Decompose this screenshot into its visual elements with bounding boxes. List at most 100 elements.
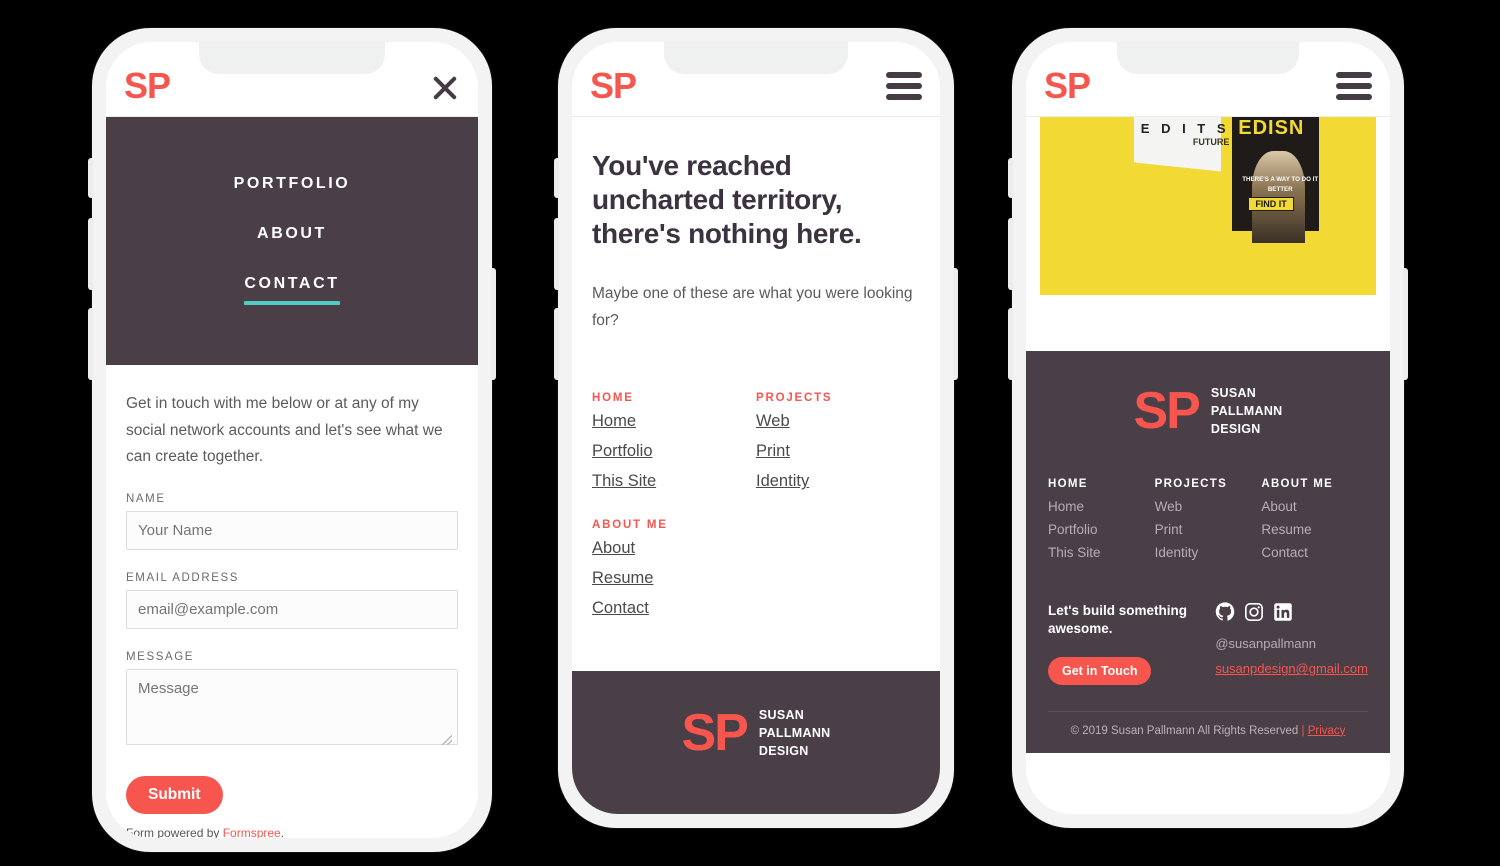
- footer-link-contact[interactable]: Contact: [1261, 545, 1368, 560]
- footer-link-identity[interactable]: Identity: [1155, 545, 1262, 560]
- footer-logo-lockup[interactable]: SP SUSAN PALLMANN DESIGN: [682, 707, 831, 760]
- logo-sp: SP: [681, 704, 749, 763]
- link-portfolio[interactable]: Portfolio: [592, 442, 756, 461]
- screenshot-stage: SP PORTFOLIO ABOUT CONTACT Get in touch …: [0, 0, 1500, 866]
- phone2-power-button: [953, 268, 958, 380]
- hero-text-edits: E D I T S: [1140, 121, 1230, 136]
- logo-wordmark: SUSAN PALLMANN DESIGN: [759, 707, 831, 760]
- copyright-separator: |: [1301, 724, 1305, 737]
- hero-badge-find-it: FIND IT: [1248, 197, 1294, 211]
- hero-spacer: [1026, 295, 1390, 351]
- link-this-site[interactable]: This Site: [592, 472, 756, 491]
- phone-mockup-contact: SP PORTFOLIO ABOUT CONTACT Get in touch …: [88, 28, 496, 852]
- social-links: [1215, 602, 1368, 622]
- hero-text-future: FUTURE: [1192, 137, 1230, 147]
- github-icon[interactable]: [1215, 602, 1235, 622]
- logo-sp[interactable]: SP: [590, 68, 637, 104]
- field-email: EMAIL ADDRESS: [126, 572, 458, 629]
- logo-sp: SP: [1133, 382, 1201, 441]
- phone1-power-button: [491, 268, 496, 380]
- label-message: MESSAGE: [126, 650, 195, 663]
- hamburger-icon[interactable]: [886, 72, 922, 100]
- phone3-volume-down: [1008, 308, 1013, 380]
- powered-suffix: .: [280, 825, 285, 838]
- site-footer: SP SUSAN PALLMANN DESIGN HOME Home Portf…: [1026, 351, 1390, 753]
- cta-tagline: Let's build something awesome.: [1048, 603, 1187, 637]
- footer-link-about[interactable]: About: [1261, 499, 1368, 514]
- phone2-notch: [664, 42, 848, 74]
- social-handle: @susanpallmann: [1215, 636, 1316, 652]
- hamburger-bar: [1336, 83, 1372, 89]
- phone2-mute-switch: [554, 158, 559, 198]
- footer-column-title: HOME: [1048, 478, 1088, 491]
- phone-mockup-404: SP You've reached uncharted territory, t…: [554, 28, 958, 828]
- instagram-icon[interactable]: [1244, 602, 1264, 622]
- link-contact[interactable]: Contact: [592, 599, 674, 618]
- nav-item-portfolio[interactable]: PORTFOLIO: [106, 159, 478, 209]
- logo-wordmark: SUSAN PALLMANN DESIGN: [1211, 385, 1283, 438]
- wordmark-line-2: PALLMANN: [758, 725, 831, 740]
- phone1-notch: [199, 42, 385, 74]
- link-home[interactable]: Home: [592, 412, 756, 431]
- phone2-footer: SP SUSAN PALLMANN DESIGN: [572, 671, 940, 814]
- phone3-power-button: [1403, 268, 1408, 380]
- hamburger-bar: [886, 94, 922, 100]
- footer-link-home[interactable]: Home: [1048, 499, 1155, 514]
- link-print[interactable]: Print: [756, 442, 920, 461]
- footer-link-print[interactable]: Print: [1155, 522, 1262, 537]
- portfolio-hero-image[interactable]: E D I T S EDISN FUTURE THERE'S A WAY TO …: [1040, 117, 1376, 295]
- privacy-link[interactable]: Privacy: [1308, 725, 1346, 737]
- footer-link-columns: HOME Home Portfolio This Site PROJECTS W…: [1048, 478, 1368, 568]
- form-powered-by: Form powered by Formspree.: [126, 826, 458, 838]
- label-name: NAME: [126, 492, 166, 505]
- name-input[interactable]: [126, 510, 458, 550]
- error-subheading: Maybe one of these are what you were loo…: [592, 285, 913, 329]
- field-name: NAME: [126, 493, 458, 550]
- phone3-screen: SP E D I T S EDISN FUTURE THERE'S A WAY …: [1026, 42, 1390, 814]
- footer-link-resume[interactable]: Resume: [1261, 522, 1368, 537]
- footer-cta-left: Let's build something awesome. Get in To…: [1048, 602, 1195, 685]
- logo-sp[interactable]: SP: [124, 68, 171, 104]
- phone3-volume-up: [1008, 218, 1013, 290]
- phone1-mute-switch: [88, 158, 93, 198]
- footer-logo-lockup[interactable]: SP SUSAN PALLMANN DESIGN: [1134, 385, 1283, 438]
- footer-column-title: PROJECTS: [1154, 478, 1228, 491]
- footer-cta-right: @susanpallmann susanpdesign@gmail.com: [1215, 602, 1368, 684]
- logo-sp[interactable]: SP: [1044, 68, 1091, 104]
- phone1-screen: SP PORTFOLIO ABOUT CONTACT Get in touch …: [106, 42, 478, 838]
- submit-button[interactable]: Submit: [126, 775, 223, 814]
- footer-link-this-site[interactable]: This Site: [1048, 545, 1155, 560]
- hamburger-icon[interactable]: [1336, 72, 1372, 100]
- formspree-link[interactable]: Formspree: [223, 826, 281, 838]
- footer-column-projects: PROJECTS Web Print Identity: [1155, 478, 1262, 568]
- footer-column-about-me: ABOUT ME About Resume Contact: [1261, 478, 1368, 568]
- suggested-links: HOME Home Portfolio This Site ABOUT ME A…: [592, 392, 920, 629]
- nav-item-contact-label: CONTACT: [244, 275, 340, 292]
- close-icon[interactable]: [430, 71, 460, 101]
- link-about[interactable]: About: [592, 539, 674, 558]
- get-in-touch-button[interactable]: Get in Touch: [1048, 656, 1152, 685]
- footer-link-portfolio[interactable]: Portfolio: [1048, 522, 1155, 537]
- link-column-about-me: ABOUT ME About Resume Contact: [592, 519, 674, 618]
- nav-item-contact[interactable]: CONTACT: [244, 259, 340, 315]
- phone2-screen: SP You've reached uncharted territory, t…: [572, 42, 940, 814]
- phone2-volume-up: [554, 218, 559, 290]
- link-web[interactable]: Web: [756, 412, 920, 431]
- copyright-text: © 2019 Susan Pallmann All Rights Reserve…: [1070, 724, 1299, 737]
- hero-text-edisn: EDISN: [1238, 117, 1305, 139]
- footer-logo-row: SP SUSAN PALLMANN DESIGN: [1048, 385, 1368, 438]
- phone1-volume-down: [88, 308, 93, 380]
- link-identity[interactable]: Identity: [756, 472, 920, 491]
- email-link[interactable]: susanpdesign@gmail.com: [1215, 661, 1368, 676]
- hamburger-bar: [1336, 72, 1372, 78]
- link-resume[interactable]: Resume: [592, 569, 674, 588]
- email-input[interactable]: [126, 589, 458, 629]
- link-column-title: HOME: [592, 392, 634, 405]
- nav-active-underline: [244, 301, 340, 305]
- message-textarea[interactable]: [126, 668, 458, 745]
- footer-link-web[interactable]: Web: [1155, 499, 1262, 514]
- field-message: MESSAGE: [126, 651, 458, 750]
- linkedin-icon[interactable]: [1273, 602, 1293, 622]
- nav-item-about[interactable]: ABOUT: [106, 209, 478, 259]
- link-column-projects: PROJECTS Web Print Identity: [756, 392, 920, 629]
